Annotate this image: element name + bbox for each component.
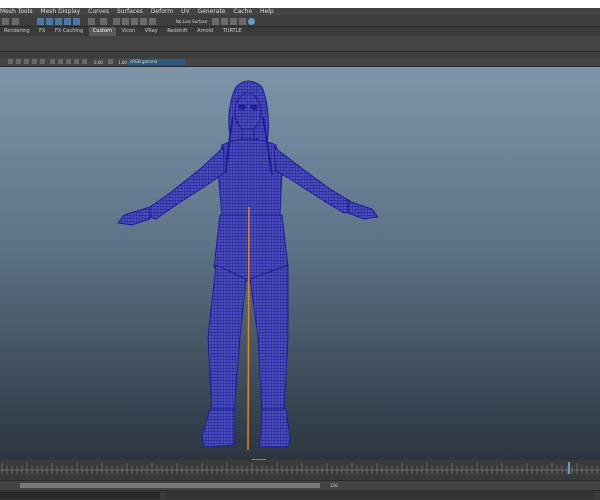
viewport-persp[interactable]: persp [0, 67, 600, 460]
shelf-area [0, 36, 600, 52]
snap-curve-icon[interactable] [73, 18, 80, 25]
menu-mesh-display[interactable]: Mesh Display [40, 8, 80, 15]
time-slider[interactable] [0, 460, 600, 480]
snap-grid-icon[interactable] [64, 18, 71, 25]
gamma-field[interactable]: 1.00 [118, 60, 127, 65]
film-gate-icon[interactable] [40, 59, 45, 64]
smooth-shade-icon[interactable] [58, 59, 63, 64]
current-frame-label: 120 [330, 483, 338, 488]
live-surface-label: No Live Surface [176, 19, 208, 24]
tab-custom[interactable]: Custom [88, 27, 116, 36]
tab-fx[interactable]: FX [35, 27, 49, 36]
range-handle[interactable] [20, 483, 320, 488]
right-eye-mesh [250, 104, 258, 110]
tab-vray[interactable]: VRay [141, 27, 162, 36]
tab-vicon[interactable]: Vicon [118, 27, 140, 36]
right-shoe-mesh [259, 408, 291, 448]
menu-generate[interactable]: Generate [197, 8, 225, 15]
main-menubar: Mesh Tools Mesh Display Curves Surfaces … [0, 8, 600, 15]
new-scene-icon[interactable] [12, 18, 19, 25]
panel-toolbar: 0.00 1.00 sRGB gamma [0, 58, 600, 67]
left-eye-mesh [238, 104, 246, 110]
menu-set-icon[interactable] [2, 18, 9, 25]
menu-help[interactable]: Help [260, 8, 274, 15]
lock-icon[interactable] [88, 18, 95, 25]
left-hand-mesh [117, 206, 151, 226]
right-hand-mesh [347, 200, 379, 220]
ipr-render-icon[interactable] [230, 18, 237, 25]
command-input[interactable] [0, 492, 160, 499]
tab-arnold[interactable]: Arnold [193, 27, 217, 36]
left-shoe-mesh [201, 408, 235, 448]
snap-surface-icon[interactable] [131, 18, 138, 25]
shelf-tabs: Rendering FX FX Caching Custom Vicon VRa… [0, 27, 600, 36]
status-line: No Live Surface [0, 15, 600, 27]
command-line[interactable] [0, 490, 600, 500]
pivot-line [247, 206, 250, 451]
left-arm-mesh [145, 145, 225, 220]
command-feedback [165, 492, 595, 499]
menu-deform[interactable]: Deform [151, 8, 173, 15]
select-by-component-icon[interactable] [55, 18, 62, 25]
color-space-select[interactable]: sRGB gamma [128, 59, 186, 65]
character-wireframe [117, 80, 379, 451]
range-slider[interactable]: 120 [0, 480, 600, 490]
exposure-field[interactable]: 0.00 [94, 60, 103, 65]
left-leg-mesh [207, 264, 247, 413]
render-frame-icon[interactable] [221, 18, 228, 25]
construction-history-icon[interactable] [149, 18, 156, 25]
render-view-icon[interactable] [212, 18, 219, 25]
xray-icon[interactable] [82, 59, 87, 64]
head-mesh [234, 92, 262, 132]
tab-fx-caching[interactable]: FX Caching [51, 27, 87, 36]
menu-cache[interactable]: Cache [233, 8, 252, 15]
lighting-icon[interactable] [74, 59, 79, 64]
snap-point-icon[interactable] [113, 18, 120, 25]
snap-live-icon[interactable] [140, 18, 147, 25]
time-ruler [0, 462, 600, 474]
tab-rendering[interactable]: Rendering [0, 27, 34, 36]
current-time-marker [568, 462, 570, 474]
bookmark-icon[interactable] [16, 59, 21, 64]
wireframe-icon[interactable] [50, 59, 55, 64]
gamma-icon[interactable] [108, 59, 113, 64]
image-plane-icon[interactable] [24, 59, 29, 64]
magnet-icon[interactable] [100, 18, 107, 25]
grid-toggle-icon[interactable] [32, 59, 37, 64]
tab-redshift[interactable]: Redshift [163, 27, 191, 36]
menu-uv[interactable]: UV [181, 8, 190, 15]
camera-attributes-icon[interactable] [8, 59, 13, 64]
right-leg-mesh [249, 264, 289, 413]
tab-turtle[interactable]: TURTLE [219, 27, 246, 36]
textured-icon[interactable] [66, 59, 71, 64]
menu-curves[interactable]: Curves [88, 8, 109, 15]
render-settings-icon[interactable] [239, 18, 246, 25]
menu-mesh-tools[interactable]: Mesh Tools [0, 8, 32, 15]
menu-surfaces[interactable]: Surfaces [117, 8, 143, 15]
select-by-hierarchy-icon[interactable] [37, 18, 44, 25]
hypershade-icon[interactable] [248, 18, 255, 25]
snap-view-icon[interactable] [122, 18, 129, 25]
color-space-value: sRGB gamma [130, 59, 158, 64]
right-arm-mesh [273, 145, 355, 214]
select-by-object-icon[interactable] [46, 18, 53, 25]
title-strip [0, 0, 600, 8]
